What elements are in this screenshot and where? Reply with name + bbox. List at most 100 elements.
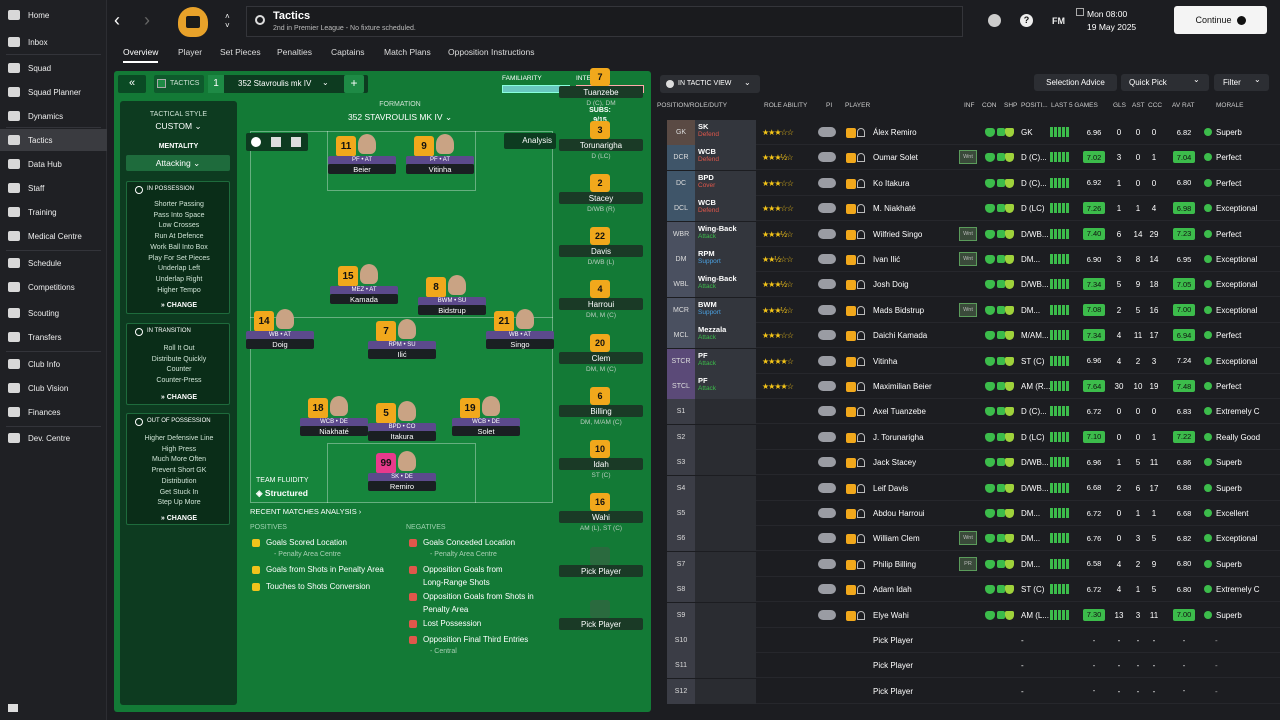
role-cell[interactable] bbox=[695, 450, 756, 476]
search-bar[interactable]: Tactics 2nd in Premier League - No fixtu… bbox=[246, 6, 963, 37]
column-header[interactable]: ROLE ABILITY bbox=[764, 102, 807, 109]
table-row[interactable]: S11 Pick Player - - - - - - - bbox=[667, 653, 1280, 679]
role-cell[interactable] bbox=[695, 424, 756, 450]
column-header[interactable]: PI bbox=[826, 102, 832, 109]
tab-opposition-instructions[interactable]: Opposition Instructions bbox=[448, 47, 534, 57]
table-row[interactable]: S3 Jack Stacey D/WB... 6.96 1 5 11 6.86 Superb bbox=[667, 450, 1280, 476]
sidebar-item-inbox[interactable]: Inbox bbox=[0, 31, 107, 53]
column-header[interactable]: INF bbox=[964, 102, 974, 109]
sidebar-item-staff[interactable]: Staff bbox=[0, 177, 107, 199]
player-instructions-icon[interactable] bbox=[818, 558, 836, 569]
column-header[interactable]: LAST 5 GAMES bbox=[1051, 102, 1098, 109]
table-row[interactable]: DCL WCB Defend ★★★☆☆ M. Niakhaté D (LC) 7.26 1 1… bbox=[667, 196, 1280, 222]
player-name[interactable]: Álex Remiro bbox=[873, 128, 917, 137]
role-cell[interactable] bbox=[695, 501, 756, 526]
selection-advice-button[interactable]: Selection Advice bbox=[1034, 74, 1117, 91]
player-name[interactable]: Vitinha bbox=[873, 357, 897, 366]
role-cell[interactable] bbox=[695, 678, 756, 704]
collapse-panel-button[interactable]: « bbox=[118, 75, 146, 93]
column-header[interactable]: MORALE bbox=[1216, 102, 1243, 109]
chevron-updown-icon[interactable]: ˄ ˅ bbox=[225, 12, 230, 30]
out-of-possession-change-button[interactable]: » CHANGE bbox=[127, 515, 231, 522]
in-transition-box[interactable]: IN TRANSITION Roll It Out Distribute Quic… bbox=[126, 323, 230, 405]
table-row[interactable]: S8 Adam Idah ST (C) 6.72 4 1 5 6.80 Extremely C bbox=[667, 577, 1280, 603]
sidebar-item-dynamics[interactable]: Dynamics bbox=[0, 105, 107, 127]
table-row[interactable]: WBR Wing-Back Attack ★★★½☆ Wilfried Singo Wnt… bbox=[667, 221, 1280, 247]
role-cell[interactable] bbox=[695, 399, 756, 425]
column-header[interactable]: SHP bbox=[1004, 102, 1017, 109]
info-view-icon[interactable] bbox=[291, 137, 301, 147]
continue-button[interactable]: Continue bbox=[1174, 6, 1267, 34]
help-icon[interactable]: ? bbox=[1020, 14, 1033, 27]
table-row[interactable]: MCR BWM Support ★★★½☆ Mads Bidstrup Wnt DM... 7… bbox=[667, 297, 1280, 323]
tab-penalties[interactable]: Penalties bbox=[277, 47, 312, 57]
table-row[interactable]: STCR PF Attack ★★★★☆ Vitinha ST (C) 6.96 4 2 3 7.2… bbox=[667, 348, 1280, 374]
pitch-view-toggles[interactable] bbox=[246, 133, 308, 151]
player-name[interactable]: Elye Wahi bbox=[873, 611, 909, 620]
player-instructions-icon[interactable] bbox=[818, 203, 836, 214]
tab-set-pieces[interactable]: Set Pieces bbox=[220, 47, 261, 57]
back-icon[interactable]: ‹ bbox=[114, 10, 120, 31]
player-name[interactable]: Pick Player bbox=[873, 687, 913, 696]
table-row[interactable]: MCL Mezzala Attack ★★★☆☆ Daichi Kamada M/AM..… bbox=[667, 323, 1280, 349]
sidebar-item-club-info[interactable]: Club Info bbox=[0, 353, 107, 375]
sidebar-item-training[interactable]: Training bbox=[0, 201, 107, 223]
analysis-button[interactable]: Analysis bbox=[504, 133, 556, 149]
column-header[interactable]: AV RAT bbox=[1172, 102, 1195, 109]
role-cell[interactable]: Wing-Back Attack bbox=[695, 221, 756, 247]
player-name[interactable]: Maximilian Beier bbox=[873, 382, 932, 391]
role-cell[interactable]: WCB Defend bbox=[695, 145, 756, 171]
player-instructions-icon[interactable] bbox=[818, 355, 836, 366]
tactics-tab[interactable]: TACTICS bbox=[154, 75, 204, 93]
player-name[interactable]: Mads Bidstrup bbox=[873, 306, 924, 315]
table-row[interactable]: S7 Philip Billing PR DM... 6.58 4 2 9 6.80 Superb bbox=[667, 551, 1280, 577]
player-instructions-icon[interactable] bbox=[818, 152, 836, 163]
sidebar-item-finances[interactable]: Finances bbox=[0, 401, 107, 423]
role-cell[interactable] bbox=[695, 551, 756, 577]
view-dropdown[interactable]: IN TACTIC VIEW ⌄ bbox=[660, 75, 760, 93]
role-cell[interactable] bbox=[695, 602, 756, 628]
in-possession-change-button[interactable]: » CHANGE bbox=[127, 302, 231, 309]
player-instructions-icon[interactable] bbox=[818, 127, 836, 137]
column-header[interactable]: CON bbox=[982, 102, 996, 109]
sidebar-item-schedule[interactable]: Schedule bbox=[0, 252, 107, 274]
player-instructions-icon[interactable] bbox=[818, 533, 836, 544]
sidebar-item-home[interactable]: Home bbox=[0, 4, 107, 26]
chart-view-icon[interactable] bbox=[271, 137, 281, 147]
sidebar-item-tactics[interactable]: Tactics bbox=[0, 129, 107, 151]
tab-match-plans[interactable]: Match Plans bbox=[384, 47, 431, 57]
tab-overview[interactable]: Overview bbox=[123, 47, 159, 63]
mentality-dropdown[interactable]: Attacking ⌄ bbox=[126, 155, 230, 171]
table-row[interactable]: DM RPM Support ★★½☆☆ Ivan Ilić Wnt DM... 6.90 3 8… bbox=[667, 247, 1280, 272]
table-row[interactable]: STCL PF Attack ★★★★☆ Maximilian Beier AM (R..… bbox=[667, 374, 1280, 399]
sidebar-item-medical-centre[interactable]: Medical Centre bbox=[0, 225, 107, 247]
player-name[interactable]: J. Torunarigha bbox=[873, 433, 924, 442]
formation-dropdown[interactable]: 352 STAVROULIS MK IV ⌄ bbox=[250, 112, 550, 123]
player-instructions-icon[interactable] bbox=[818, 177, 836, 188]
player-instructions-icon[interactable] bbox=[818, 609, 836, 620]
forward-icon[interactable]: › bbox=[144, 10, 150, 31]
table-row[interactable]: S10 Pick Player - - - - - - - bbox=[667, 628, 1280, 653]
player-instructions-icon[interactable] bbox=[818, 482, 836, 493]
role-cell[interactable] bbox=[695, 526, 756, 552]
fm-icon[interactable]: FM bbox=[1052, 16, 1065, 26]
role-cell[interactable]: PF Attack bbox=[695, 348, 756, 374]
role-cell[interactable]: RPM Support bbox=[695, 247, 756, 272]
table-row[interactable]: GK SK Defend ★★★☆☆ Álex Remiro GK 6.96 0 0 0 6.82 S… bbox=[667, 120, 1280, 145]
table-row[interactable]: S5 Abdou Harroui DM... 6.72 0 1 1 6.68 Excellent bbox=[667, 501, 1280, 526]
table-row[interactable]: DC BPD Cover ★★★☆☆ Ko Itakura D (C)... 6.92 1 0 0… bbox=[667, 170, 1280, 196]
role-cell[interactable] bbox=[695, 628, 756, 653]
table-row[interactable]: S2 J. Torunarigha D (LC) 7.10 0 0 1 7.22 Really … bbox=[667, 424, 1280, 450]
in-possession-box[interactable]: IN POSSESSION Shorter Passing Pass Into S… bbox=[126, 181, 230, 314]
table-row[interactable]: S4 Leif Davis D/WB... 6.68 2 6 17 6.88 Superb bbox=[667, 475, 1280, 501]
add-tactic-button[interactable]: + bbox=[344, 75, 364, 93]
player-name[interactable]: M. Niakhaté bbox=[873, 204, 916, 213]
sidebar-item-competitions[interactable]: Competitions bbox=[0, 276, 107, 298]
out-of-possession-box[interactable]: OUT OF POSSESSION Higher Defensive Line H… bbox=[126, 413, 230, 525]
table-row[interactable]: S6 William Clem Wnt DM... 6.76 0 3 5 6.82 Excepti… bbox=[667, 526, 1280, 552]
player-name[interactable]: Ivan Ilić bbox=[873, 255, 900, 264]
role-cell[interactable]: Wing-Back Attack bbox=[695, 272, 756, 298]
column-header[interactable]: PLAYER bbox=[845, 102, 870, 109]
player-instructions-icon[interactable] bbox=[818, 304, 836, 315]
player-instructions-icon[interactable] bbox=[818, 330, 836, 341]
